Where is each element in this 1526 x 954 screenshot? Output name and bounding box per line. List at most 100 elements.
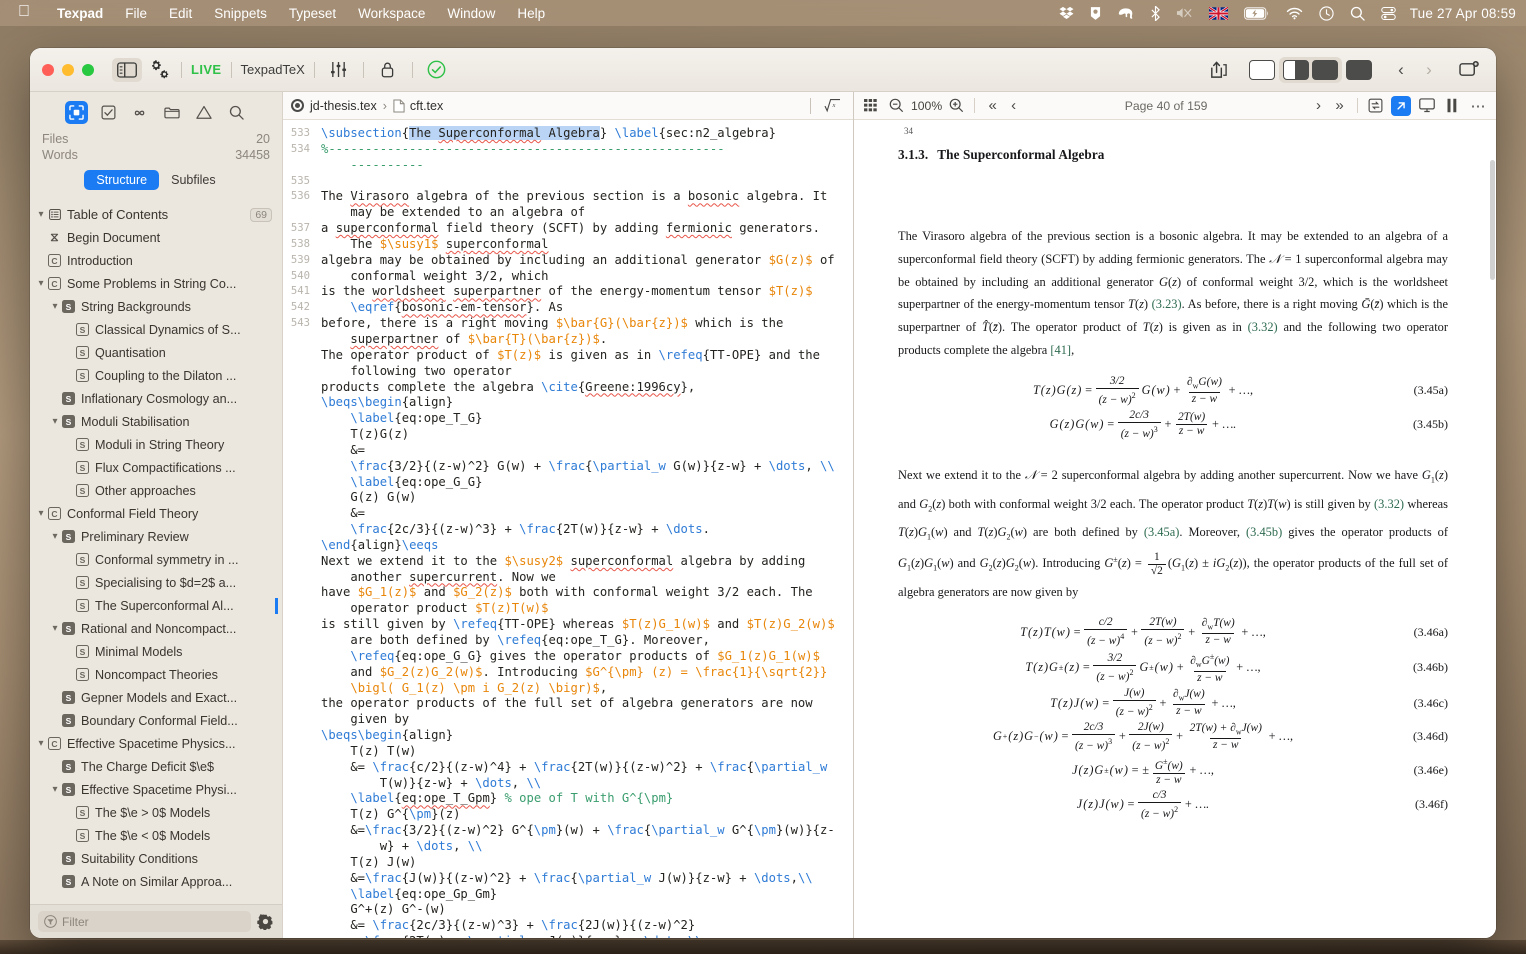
code-line[interactable]: &= \frac{c/2}{(z-w)^4} + \frac{2T(w)}{(z… [321,760,847,776]
code-line[interactable]: w} + \dots, \\ [321,839,847,855]
next-page-button[interactable]: › [1309,96,1328,116]
code-line[interactable]: and $G_2(z)G_2(w)$. Introducing $G^{\pm}… [321,665,847,681]
toc-item[interactable]: ⧖Begin Document [30,226,282,249]
toc-item[interactable]: ▾SModuli Stabilisation [30,410,282,433]
toc-item[interactable]: SThe Superconformal Al... [30,594,282,617]
code-line[interactable]: The operator product of $T(z)$ is given … [321,348,847,364]
control-center-icon[interactable] [1373,6,1404,21]
menu-file[interactable]: File [114,6,158,21]
toc-item[interactable]: SClassical Dynamics of S... [30,318,282,341]
code-line[interactable]: another supercurrent. Now we [321,570,847,586]
code-line[interactable]: a superconformal field theory (SCFT) by … [321,221,847,237]
code-line[interactable]: &= [321,443,847,459]
prev-page-button[interactable]: ‹ [1004,96,1023,116]
toc-item[interactable]: ▾CEffective Spacetime Physics... [30,732,282,755]
document-scan-icon[interactable] [65,101,88,124]
menu-workspace[interactable]: Workspace [347,6,436,21]
toc-item[interactable]: CIntroduction [30,249,282,272]
chevron-down-icon[interactable]: ▾ [48,531,62,542]
code-line[interactable]: &=\frac{3/2}{(z-w)^2} G^{\pm}(w) + \frac… [321,823,847,839]
folder-icon[interactable] [161,101,184,124]
pdf-scrollbar[interactable] [1490,160,1495,280]
code-line[interactable]: %---------------------------------------… [321,142,847,158]
warning-icon[interactable] [193,101,216,124]
volume-muted-icon[interactable] [1168,6,1201,20]
code-area[interactable]: 533534 535536 537538539540541542543 \sub… [283,120,853,938]
toc-item[interactable]: SConformal symmetry in ... [30,548,282,571]
code-line[interactable]: \bigl( G_1(z) \pm i G_2(z) \bigr)$, [321,681,847,697]
code-line[interactable]: \label{eq:ope_G_G} [321,475,847,491]
tab-structure[interactable]: Structure [84,170,159,190]
battery-charging-icon[interactable] [1236,7,1278,20]
code-line[interactable]: given by [321,712,847,728]
toc-item[interactable]: ▾CConformal Field Theory [30,502,282,525]
zoom-in-icon[interactable] [947,96,966,116]
toc-item[interactable]: SOther approaches [30,479,282,502]
code-line[interactable]: T(z) G^{\pm}(z) [321,807,847,823]
toc-item[interactable]: ▾SRational and Noncompact... [30,617,282,640]
code-line[interactable]: \subsection{The Superconformal Algebra} … [321,126,847,142]
code-line[interactable]: &=\frac{J(w)}{(z-w)^2} + \frac{\partial_… [321,871,847,887]
tab-subfiles[interactable]: Subfiles [159,170,227,190]
code-line[interactable]: T(w)}{z-w} + \dots, \\ [321,776,847,792]
menu-help[interactable]: Help [506,6,556,21]
infinity-icon[interactable] [129,101,152,124]
last-page-button[interactable]: » [1330,96,1349,116]
toc-item[interactable]: SThe $\e < 0$ Models [30,824,282,847]
code-line[interactable] [321,174,847,190]
code-line[interactable]: conformal weight 3/2, which [321,269,847,285]
toc-item[interactable]: ▾SString Backgrounds [30,295,282,318]
sync-icon[interactable] [1366,96,1385,116]
toc-item[interactable]: ▾SPreliminary Review [30,525,282,548]
time-machine-icon[interactable] [1311,6,1342,21]
location-drop-icon[interactable] [1082,6,1109,21]
uk-flag-icon[interactable] [1201,7,1236,20]
code-line[interactable]: &= \frac{2c/3}{(z-w)^3} + \frac{2J(w)}{(… [321,918,847,934]
code-line[interactable]: \beqs\begin{align} [321,728,847,744]
layout-editor-only-button[interactable] [1249,60,1275,80]
toc-item[interactable]: SBoundary Conformal Field... [30,709,282,732]
chevron-down-icon[interactable]: ▾ [48,623,62,634]
display-icon[interactable] [1417,96,1436,116]
code-line[interactable]: the operator products of the full set of… [321,696,847,712]
gear-icon[interactable] [257,913,274,930]
code-line[interactable]: following two operator [321,364,847,380]
code-line[interactable]: products complete the algebra \cite{Gree… [321,380,847,396]
chevron-down-icon[interactable]: ▾ [34,738,48,749]
sidebar-toggle-icon[interactable] [112,58,142,82]
filter-input[interactable]: Filter [38,911,251,932]
toc-item[interactable]: SThe $\e > 0$ Models [30,801,282,824]
minimize-button[interactable] [62,64,74,76]
layout-preview-button[interactable] [1312,60,1338,80]
ellipsis-icon[interactable]: ⋯ [1469,96,1488,116]
first-page-button[interactable]: « [983,96,1002,116]
code-line[interactable]: &= [321,506,847,522]
checkbox-icon[interactable] [97,101,120,124]
code-line[interactable]: \label{eq:ope_Gp_Gm} [321,887,847,903]
table-of-contents-list[interactable]: ▾ Table of Contents 69 ⧖Begin DocumentCI… [30,199,282,904]
code-line[interactable]: have $G_1(z)$ and $G_2(z)$ both with con… [321,585,847,601]
toc-item[interactable]: SQuantisation [30,341,282,364]
breadcrumb-root-file[interactable]: jd-thesis.tex [310,99,377,113]
menu-snippets[interactable]: Snippets [203,6,278,21]
code-line[interactable]: G^+(z) G^-(w) [321,902,847,918]
zoom-button[interactable] [82,64,94,76]
breadcrumb-current-file[interactable]: cft.tex [410,99,443,113]
grid-icon[interactable] [862,96,881,116]
chevron-down-icon[interactable]: ▾ [34,278,48,289]
close-button[interactable] [42,64,54,76]
search-icon[interactable] [225,101,248,124]
menubar-clock[interactable]: Tue 27 Apr 08:59 [1404,6,1516,21]
elephant-icon[interactable] [1109,6,1143,20]
toc-item[interactable]: SFlux Compactifications ... [30,456,282,479]
bluetooth-icon[interactable] [1143,6,1168,21]
toc-item[interactable]: SNoncompact Theories [30,663,282,686]
toc-item[interactable]: SThe Charge Deficit $\e$ [30,755,282,778]
code-line[interactable]: G(z) G(w) [321,490,847,506]
external-link-icon[interactable] [1391,96,1411,116]
code-line[interactable]: operator product $T(z)T(w)$ [321,601,847,617]
wifi-icon[interactable] [1278,7,1311,20]
chevron-down-icon[interactable]: ▾ [34,209,48,220]
toc-item[interactable]: SSuitability Conditions [30,847,282,870]
zoom-level-label[interactable]: 100% [908,99,945,113]
